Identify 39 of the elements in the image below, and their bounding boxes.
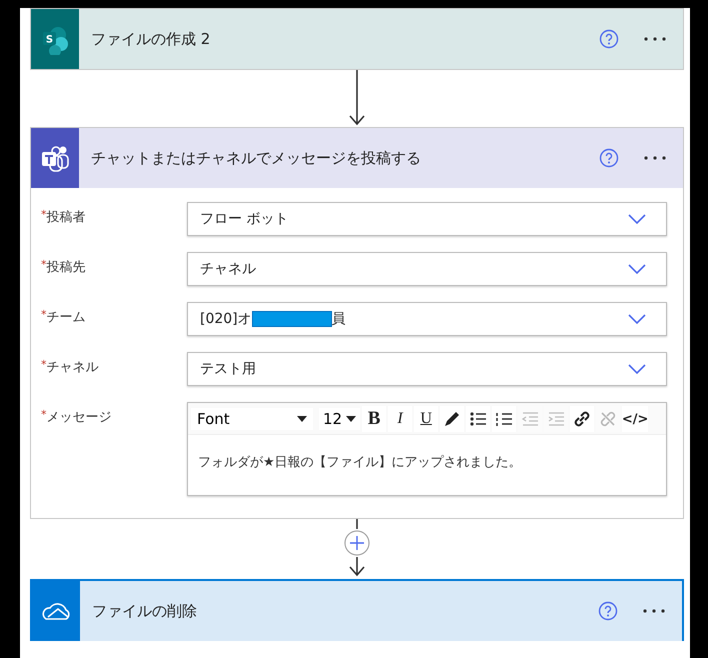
chevron-down-icon[interactable]: [628, 364, 646, 374]
required-mark: *: [41, 208, 46, 221]
field-label: 投稿先: [46, 260, 86, 275]
more-icon[interactable]: [643, 155, 667, 161]
required-mark: *: [41, 408, 46, 421]
help-icon[interactable]: [599, 148, 619, 168]
more-icon[interactable]: [643, 36, 667, 42]
dropdown-field[interactable]: テスト用: [187, 352, 667, 386]
caret-icon[interactable]: [297, 416, 307, 422]
chevron-down-icon[interactable]: [628, 314, 646, 324]
action-title: チャットまたはチャネルでメッセージを投稿する: [90, 148, 422, 168]
font-dropdown[interactable]: Font: [191, 408, 313, 430]
link-icon[interactable]: [572, 409, 592, 429]
size-dropdown[interactable]: 12: [319, 408, 360, 430]
underline-button[interactable]: U: [414, 406, 438, 432]
code-button[interactable]: </>: [622, 406, 648, 432]
required-mark: *: [41, 308, 46, 321]
arrow-icon: [347, 70, 367, 126]
help-icon[interactable]: [599, 29, 619, 49]
dropdown-field[interactable]: フロー ボット: [187, 202, 667, 236]
field-label: チーム: [46, 310, 86, 325]
dropdown-field[interactable]: チャネル: [187, 252, 667, 286]
field-label: 投稿者: [46, 210, 86, 225]
bold-button[interactable]: B: [362, 406, 386, 432]
message-field[interactable]: フォルダが★日報の【ファイル】にアップされました。: [188, 435, 666, 495]
dropdown-field[interactable]: [020]オ 員: [187, 302, 667, 336]
more-icon[interactable]: [642, 608, 666, 614]
required-mark: *: [41, 258, 46, 271]
action-title: ファイルの作成 2: [90, 30, 212, 48]
required-mark: *: [41, 358, 46, 371]
italic-button[interactable]: I: [388, 406, 412, 432]
field-label: メッセージ: [46, 410, 112, 425]
field-label: チャネル: [46, 360, 98, 375]
chevron-down-icon[interactable]: [628, 264, 646, 274]
help-icon[interactable]: [598, 601, 618, 621]
add-step-icon[interactable]: [342, 519, 372, 577]
chevron-down-icon[interactable]: [628, 214, 646, 224]
action-title: ファイルの削除: [91, 602, 198, 620]
caret-icon[interactable]: [346, 416, 356, 422]
